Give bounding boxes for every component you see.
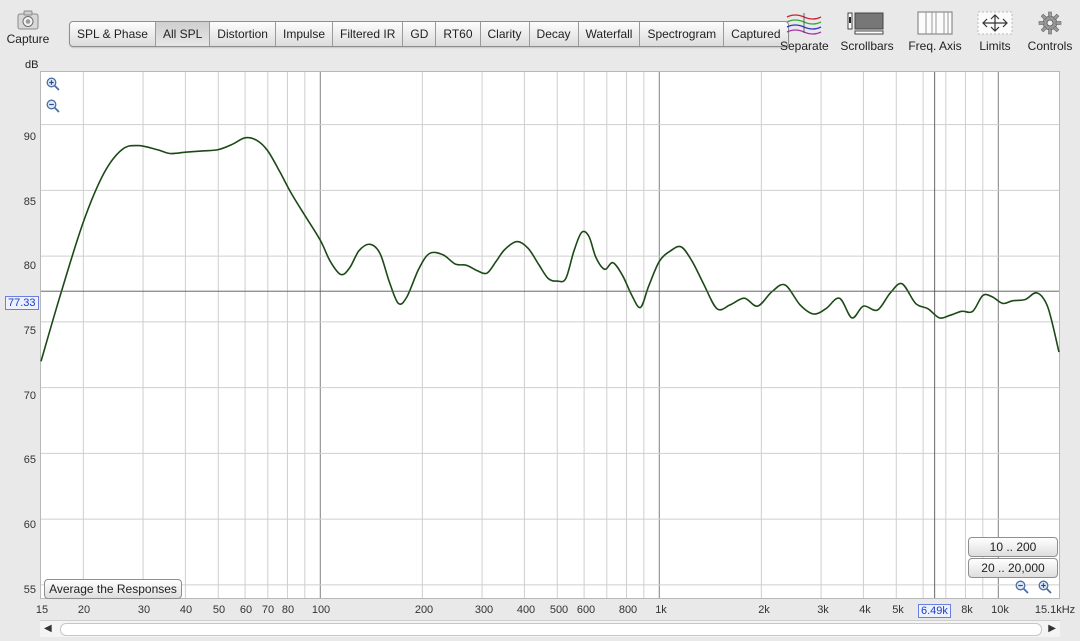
x-tick-label: 600 — [576, 604, 596, 616]
y-tick-label: 60 — [23, 519, 36, 531]
x-tick-label: 3k — [817, 604, 829, 616]
x-tick-label: 500 — [549, 604, 569, 616]
x-tick-label: 80 — [281, 604, 295, 616]
x-tick-label: 30 — [137, 604, 151, 616]
x-tick-label: 70 — [261, 604, 275, 616]
x-tick-label: 800 — [618, 604, 638, 616]
zoom-in-vertical-icon[interactable] — [46, 77, 60, 91]
x-tick-label: 8k — [961, 604, 973, 616]
x-tick-label: 200 — [414, 604, 434, 616]
range-10-200-button[interactable]: 10 .. 200 — [968, 537, 1058, 557]
cursor-x-readout: 6.49k — [918, 604, 951, 618]
zoom-out-horizontal-icon[interactable] — [1015, 580, 1029, 594]
y-tick-label: 55 — [23, 584, 36, 596]
average-responses-button[interactable]: Average the Responses — [44, 579, 182, 599]
x-tick-label: 50 — [212, 604, 226, 616]
horizontal-scrollbar[interactable]: ◀ ▶ — [40, 620, 1060, 637]
scrollbar-thumb[interactable] — [60, 623, 1042, 636]
y-tick-label: 65 — [23, 454, 36, 466]
x-tick-label: 2k — [758, 604, 770, 616]
spl-trace-line — [40, 136, 1060, 362]
range-20-20000-button[interactable]: 20 .. 20,000 — [968, 558, 1058, 578]
x-tick-label: 5k — [892, 604, 904, 616]
x-tick-label: 4k — [859, 604, 871, 616]
x-tick-label: 15.1kHz — [1034, 604, 1076, 616]
spl-graph — [40, 72, 1060, 598]
x-tick-label: 300 — [474, 604, 494, 616]
scroll-left-arrow-icon[interactable]: ◀ — [44, 621, 52, 637]
y-tick-label: 75 — [23, 325, 36, 337]
scroll-right-arrow-icon[interactable]: ▶ — [1048, 621, 1056, 637]
cursor-y-readout: 77.33 — [5, 296, 39, 310]
y-tick-label: 90 — [23, 131, 36, 143]
y-tick-label: 85 — [23, 196, 36, 208]
x-tick-label: 15 — [35, 604, 49, 616]
y-tick-label: 70 — [23, 390, 36, 402]
zoom-out-vertical-icon[interactable] — [46, 99, 60, 113]
x-tick-label: 400 — [516, 604, 536, 616]
x-tick-label: 20 — [77, 604, 91, 616]
zoom-in-horizontal-icon[interactable] — [1038, 580, 1052, 594]
y-tick-label: 80 — [23, 260, 36, 272]
x-tick-label: 100 — [311, 604, 331, 616]
x-tick-label: 60 — [239, 604, 253, 616]
x-tick-label: 1k — [655, 604, 667, 616]
x-tick-label: 40 — [179, 604, 193, 616]
x-tick-label: 10k — [991, 604, 1009, 616]
